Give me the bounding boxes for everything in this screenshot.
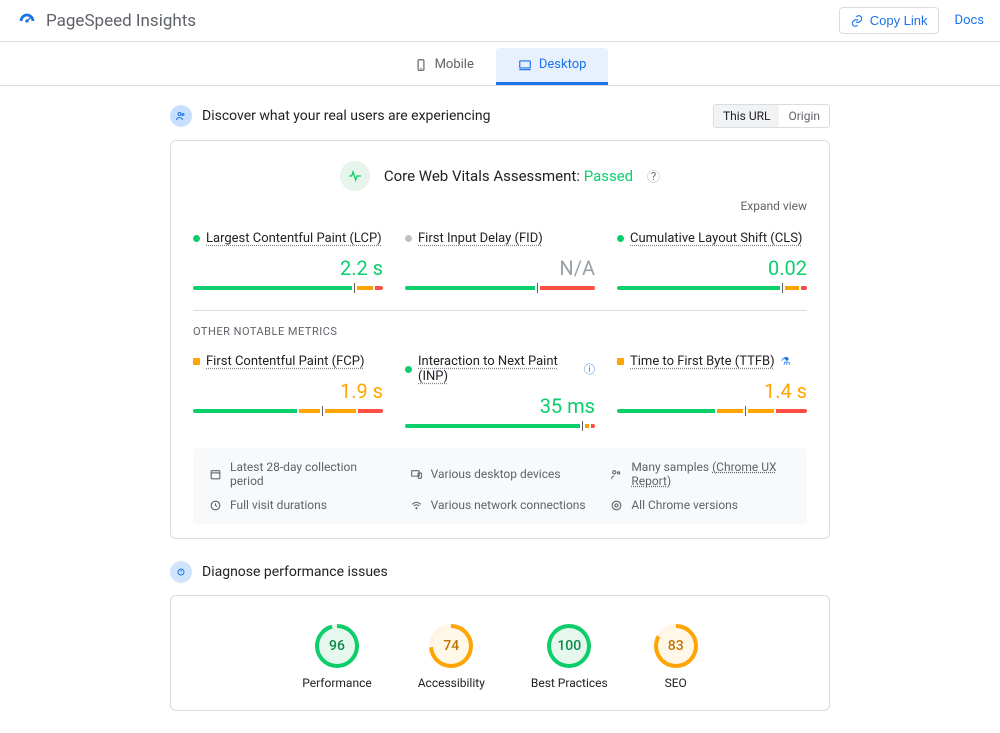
- metric-ttfb-bar: [617, 409, 807, 413]
- chrome-icon: [610, 499, 623, 512]
- metric-inp-bar: [405, 424, 595, 428]
- experimental-icon[interactable]: ⚗: [781, 355, 791, 368]
- info-icon[interactable]: ⓘ: [584, 361, 595, 377]
- top-bar: PageSpeed Insights Copy Link Docs: [0, 0, 1000, 42]
- docs-link[interactable]: Docs: [955, 13, 984, 28]
- status-dot-needs: [617, 358, 624, 365]
- status-dot-good: [405, 366, 412, 373]
- info-durations: Full visit durations: [209, 498, 390, 512]
- metric-fid: First Input Delay (FID) N/A: [405, 231, 595, 290]
- scope-toggle: This URL Origin: [713, 104, 830, 128]
- other-metrics-label: OTHER NOTABLE METRICS: [193, 325, 807, 338]
- lab-section-header: Diagnose performance issues: [170, 561, 830, 583]
- field-card: Core Web Vitals Assessment: Passed ? Exp…: [170, 140, 830, 539]
- assessment-label-text: Core Web Vitals Assessment: Passed: [384, 167, 633, 185]
- metric-cls-bar: [617, 286, 807, 290]
- diagnose-section-icon: [170, 561, 192, 583]
- score-row: 96 Performance 74 Accessibility 100 Best…: [193, 612, 807, 702]
- collection-info: Latest 28-day collection period Various …: [193, 448, 807, 524]
- metric-fcp: First Contentful Paint (FCP) 1.9 s: [193, 354, 383, 428]
- metric-ttfb-link[interactable]: Time to First Byte (TTFB): [630, 354, 775, 369]
- calendar-icon: [209, 468, 222, 481]
- lab-card: 96 Performance 74 Accessibility 100 Best…: [170, 595, 830, 711]
- vitals-icon: [340, 161, 370, 191]
- mobile-icon: [414, 58, 428, 72]
- info-samples: Many samples (Chrome UX Report): [610, 460, 791, 488]
- score-best-practices[interactable]: 100 Best Practices: [531, 624, 608, 690]
- pill-origin[interactable]: Origin: [779, 105, 829, 127]
- users-section-icon: [170, 105, 192, 127]
- device-tabs: Mobile Desktop: [0, 42, 1000, 86]
- help-icon[interactable]: ?: [647, 170, 660, 183]
- copy-link-button[interactable]: Copy Link: [839, 7, 939, 34]
- expand-view-link[interactable]: Expand view: [193, 199, 807, 213]
- wifi-icon: [410, 499, 423, 512]
- tab-desktop[interactable]: Desktop: [496, 48, 609, 85]
- metric-lcp-value: 2.2 s: [193, 256, 383, 280]
- status-dot-good: [193, 235, 200, 242]
- metric-inp-value: 35 ms: [405, 394, 595, 418]
- pill-this-url[interactable]: This URL: [714, 105, 780, 127]
- clock-icon: [209, 499, 222, 512]
- metric-fid-bar: [405, 286, 595, 290]
- metric-fcp-bar: [193, 409, 383, 413]
- metric-lcp-link[interactable]: Largest Contentful Paint (LCP): [206, 231, 382, 246]
- info-chrome: All Chrome versions: [610, 498, 791, 512]
- people-icon: [610, 468, 623, 481]
- score-performance[interactable]: 96 Performance: [302, 624, 371, 690]
- other-metrics: First Contentful Paint (FCP) 1.9 s Inter…: [193, 354, 807, 428]
- metric-ttfb-value: 1.4 s: [617, 379, 807, 403]
- metric-fid-link[interactable]: First Input Delay (FID): [418, 231, 543, 246]
- info-network: Various network connections: [410, 498, 591, 512]
- devices-icon: [410, 468, 423, 481]
- primary-metrics: Largest Contentful Paint (LCP) 2.2 s Fir…: [193, 231, 807, 290]
- brand: PageSpeed Insights: [16, 10, 196, 32]
- metric-fcp-link[interactable]: First Contentful Paint (FCP): [206, 354, 365, 369]
- field-section-header: Discover what your real users are experi…: [170, 104, 830, 128]
- status-dot-na: [405, 235, 412, 242]
- desktop-icon: [518, 58, 532, 72]
- metric-fcp-value: 1.9 s: [193, 379, 383, 403]
- metric-cls: Cumulative Layout Shift (CLS) 0.02: [617, 231, 807, 290]
- assessment-row: Core Web Vitals Assessment: Passed ?: [193, 161, 807, 191]
- link-icon: [850, 14, 864, 28]
- score-seo[interactable]: 83 SEO: [654, 624, 698, 690]
- top-actions: Copy Link Docs: [839, 7, 984, 34]
- status-dot-good: [617, 235, 624, 242]
- metric-inp: Interaction to Next Paint (INP) ⓘ 35 ms: [405, 354, 595, 428]
- metric-ttfb: Time to First Byte (TTFB) ⚗ 1.4 s: [617, 354, 807, 428]
- info-devices: Various desktop devices: [410, 460, 591, 488]
- metric-lcp: Largest Contentful Paint (LCP) 2.2 s: [193, 231, 383, 290]
- field-heading: Discover what your real users are experi…: [202, 108, 490, 124]
- metric-lcp-bar: [193, 286, 383, 290]
- pagespeed-logo-icon: [16, 10, 38, 32]
- metric-fid-value: N/A: [405, 256, 595, 280]
- assessment-status: Passed: [584, 167, 633, 185]
- brand-title: PageSpeed Insights: [46, 11, 196, 31]
- info-period: Latest 28-day collection period: [209, 460, 390, 488]
- metric-inp-link[interactable]: Interaction to Next Paint (INP): [418, 354, 578, 384]
- status-dot-needs: [193, 358, 200, 365]
- lab-heading: Diagnose performance issues: [202, 564, 388, 580]
- score-accessibility[interactable]: 74 Accessibility: [418, 624, 485, 690]
- tab-mobile[interactable]: Mobile: [392, 48, 496, 85]
- metric-cls-value: 0.02: [617, 256, 807, 280]
- metric-cls-link[interactable]: Cumulative Layout Shift (CLS): [630, 231, 802, 246]
